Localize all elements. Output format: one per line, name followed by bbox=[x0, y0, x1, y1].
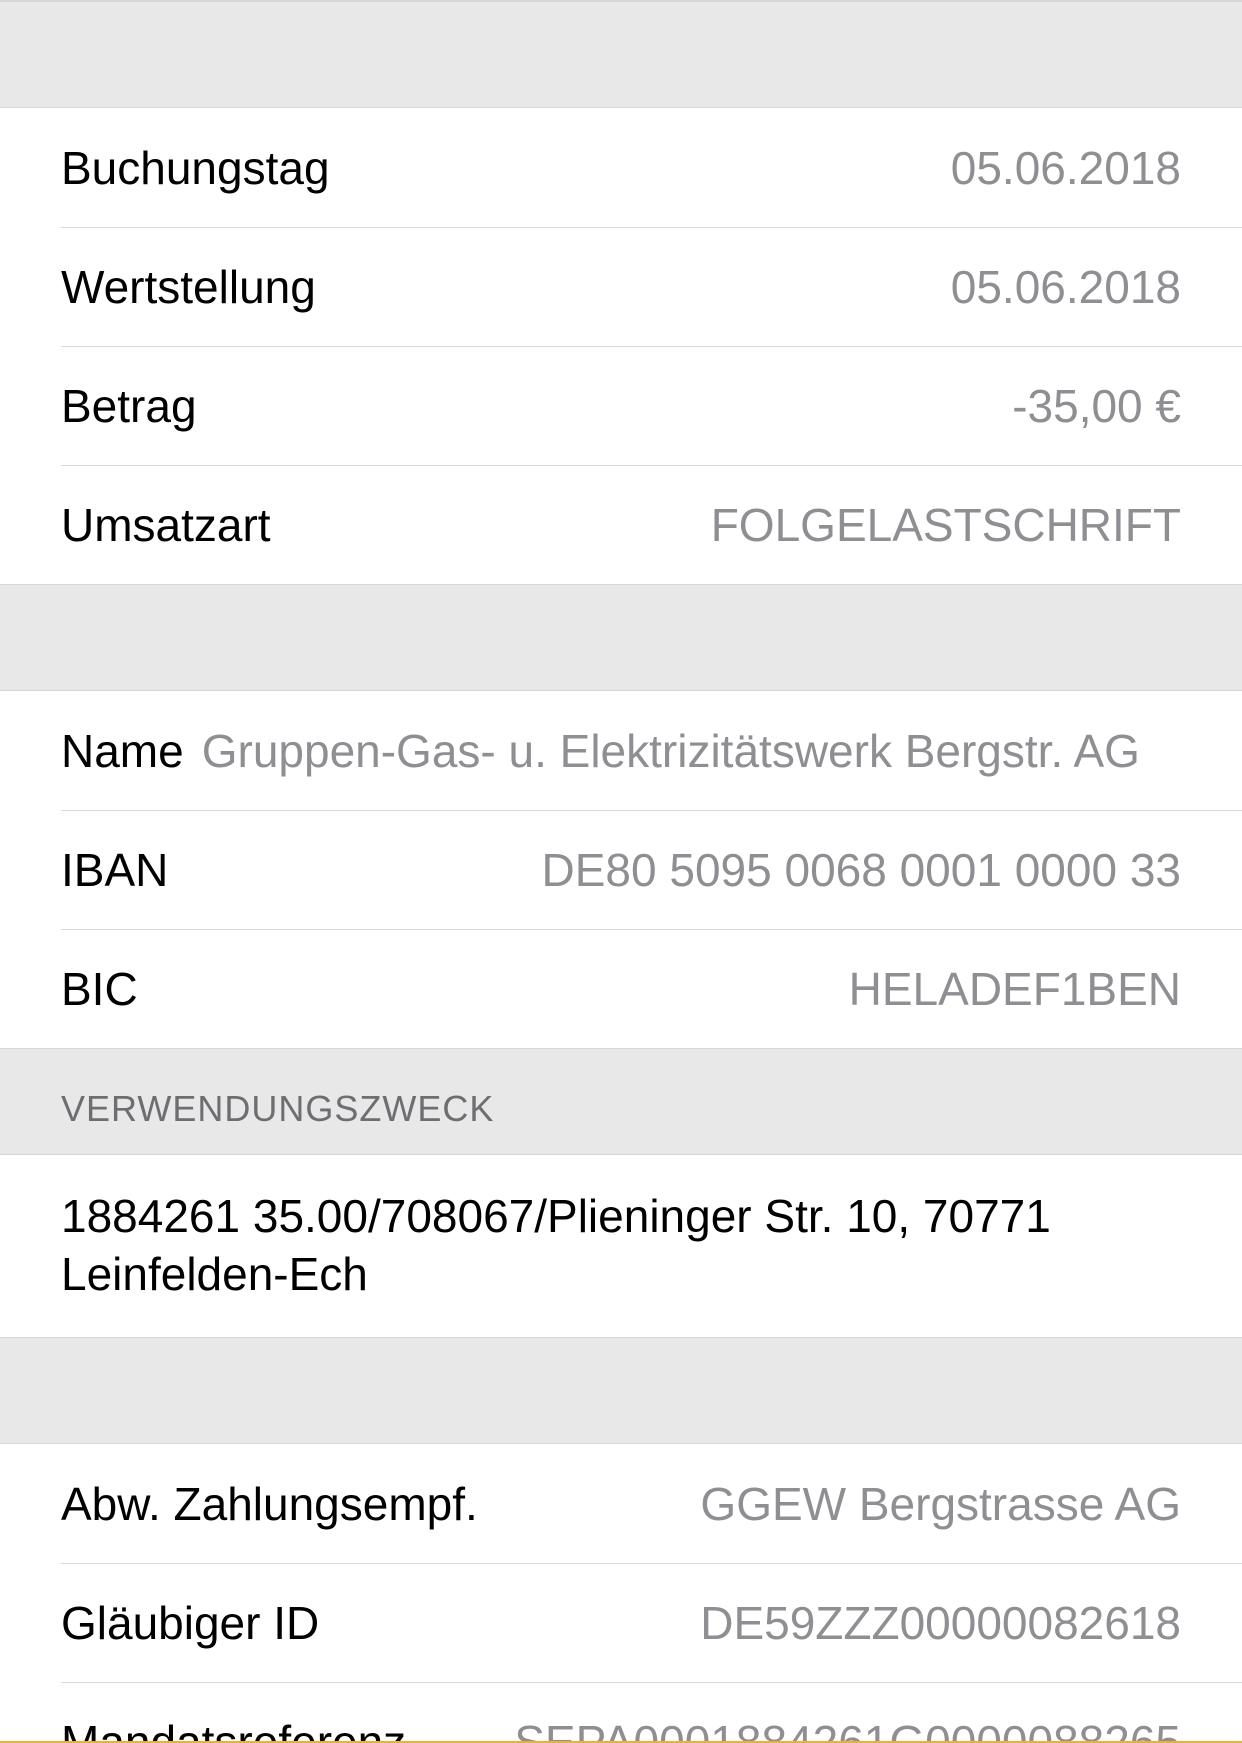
amount-label: Betrag bbox=[61, 379, 197, 432]
row-value-date: Wertstellung 05.06.2018 bbox=[0, 227, 1242, 346]
section-spacer-sepa bbox=[0, 1337, 1242, 1444]
transaction-type-value: FOLGELASTSCHRIFT bbox=[710, 498, 1181, 551]
row-iban: IBAN DE80 5095 0068 0001 0000 33 bbox=[0, 810, 1242, 929]
counterparty-name-label: Name bbox=[61, 724, 184, 777]
row-bic: BIC HELADEF1BEN bbox=[0, 929, 1242, 1048]
sepa-group: Abw. Zahlungsempf. GGEW Bergstrasse AG G… bbox=[0, 1444, 1242, 1743]
iban-value: DE80 5095 0068 0001 0000 33 bbox=[541, 843, 1181, 896]
bic-label: BIC bbox=[61, 962, 138, 1015]
amount-value: -35,00 € bbox=[1012, 379, 1181, 432]
alt-payee-value: GGEW Bergstrasse AG bbox=[700, 1477, 1181, 1530]
purpose-section-title: VERWENDUNGSZWECK bbox=[61, 1088, 495, 1129]
row-alt-payee: Abw. Zahlungsempf. GGEW Bergstrasse AG bbox=[0, 1444, 1242, 1563]
purpose-text: 1884261 35.00/708067/Plieninger Str. 10,… bbox=[61, 1190, 1051, 1300]
purpose-row: 1884261 35.00/708067/Plieninger Str. 10,… bbox=[0, 1155, 1242, 1337]
section-spacer-top bbox=[0, 0, 1242, 108]
counterparty-name-value: Gruppen-Gas- u. Elektrizitätswerk Bergst… bbox=[201, 724, 1140, 777]
row-transaction-type: Umsatzart FOLGELASTSCHRIFT bbox=[0, 465, 1242, 584]
row-amount: Betrag -35,00 € bbox=[0, 346, 1242, 465]
counterparty-group: Name Gruppen-Gas- u. Elektrizitätswerk B… bbox=[0, 691, 1242, 1048]
purpose-group: 1884261 35.00/708067/Plieninger Str. 10,… bbox=[0, 1155, 1242, 1337]
booking-date-value: 05.06.2018 bbox=[950, 141, 1181, 194]
booking-date-label: Buchungstag bbox=[61, 141, 330, 194]
iban-label: IBAN bbox=[61, 843, 169, 896]
booking-details-group: Buchungstag 05.06.2018 Wertstellung 05.0… bbox=[0, 108, 1242, 584]
row-creditor-id: Gläubiger ID DE59ZZZ00000082618 bbox=[0, 1563, 1242, 1682]
alt-payee-label: Abw. Zahlungsempf. bbox=[61, 1477, 478, 1530]
row-booking-date: Buchungstag 05.06.2018 bbox=[0, 108, 1242, 227]
creditor-id-label: Gläubiger ID bbox=[61, 1596, 320, 1649]
row-mandate-reference: Mandatsreferenz SEPA0001884261G000008826… bbox=[0, 1682, 1242, 1743]
bic-value: HELADEF1BEN bbox=[848, 962, 1181, 1015]
creditor-id-value: DE59ZZZ00000082618 bbox=[700, 1596, 1181, 1649]
row-counterparty-name: Name Gruppen-Gas- u. Elektrizitätswerk B… bbox=[0, 691, 1242, 810]
transaction-type-label: Umsatzart bbox=[61, 498, 271, 551]
section-spacer-counterparty bbox=[0, 584, 1242, 691]
value-date-label: Wertstellung bbox=[61, 260, 316, 313]
value-date-value: 05.06.2018 bbox=[950, 260, 1181, 313]
mandate-reference-label: Mandatsreferenz bbox=[61, 1715, 407, 1743]
transaction-detail-screen: Buchungstag 05.06.2018 Wertstellung 05.0… bbox=[0, 0, 1242, 1743]
mandate-reference-value: SEPA0001884261G0000088265 bbox=[514, 1715, 1181, 1743]
purpose-section-header: VERWENDUNGSZWECK bbox=[0, 1048, 1242, 1155]
